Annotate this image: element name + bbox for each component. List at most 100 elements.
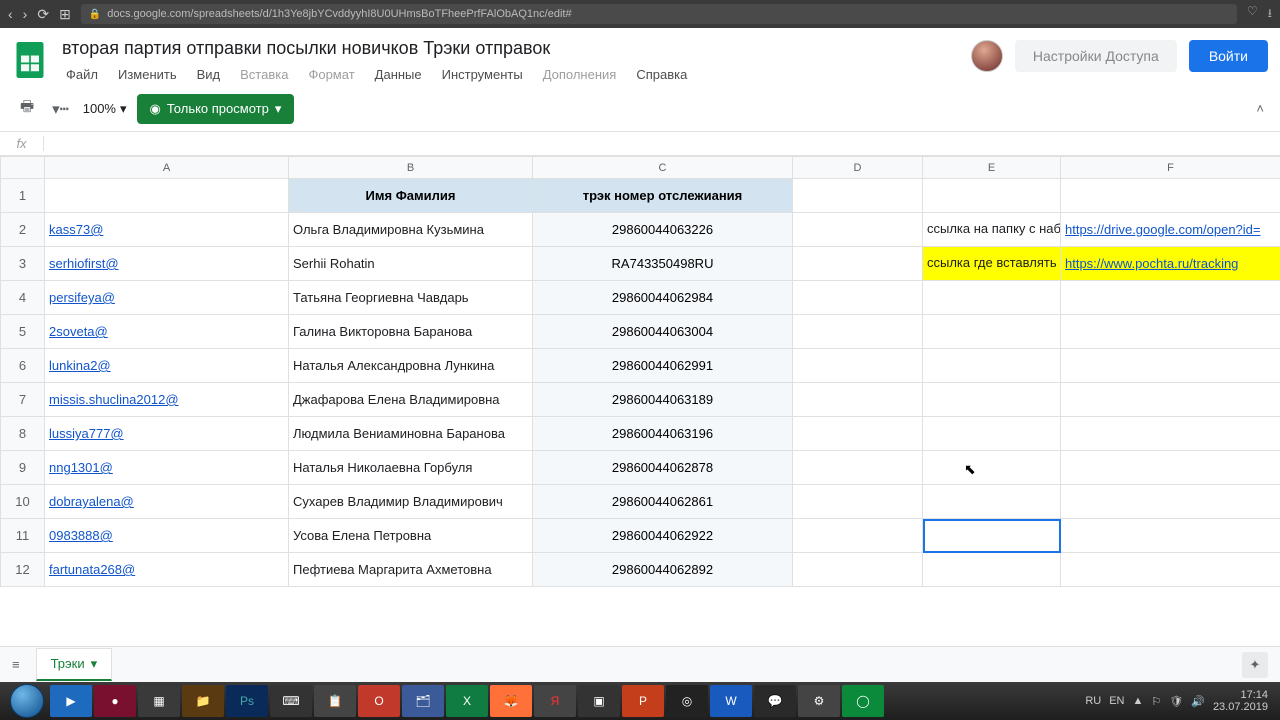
cell[interactable]: nng1301@ xyxy=(45,451,289,485)
tray-lang[interactable]: RU xyxy=(1085,695,1101,707)
print-icon[interactable]: 🖶 xyxy=(16,92,38,125)
sheet-tab-active[interactable]: Трэки ▾ xyxy=(36,648,113,681)
taskbar-app[interactable]: ● xyxy=(94,685,136,717)
menu-tools[interactable]: Инструменты xyxy=(434,63,531,86)
cell[interactable]: трэк номер отслежиания xyxy=(533,179,793,213)
cell[interactable]: missis.shuclina2012@ xyxy=(45,383,289,417)
row-header[interactable]: 9 xyxy=(1,451,45,485)
drive-link[interactable]: https://drive.google.com/open?id= xyxy=(1065,222,1261,237)
cell[interactable] xyxy=(793,553,923,587)
email-link[interactable]: fartunata268@ xyxy=(49,562,135,577)
cell[interactable] xyxy=(793,247,923,281)
taskbar-app[interactable]: 🦊 xyxy=(490,685,532,717)
cell[interactable] xyxy=(1061,281,1280,315)
taskbar-app[interactable]: ▶ xyxy=(50,685,92,717)
cell[interactable]: Людмила Вениаминовна Баранова xyxy=(289,417,533,451)
cell[interactable]: 29860044063196 xyxy=(533,417,793,451)
cell[interactable]: Ольга Владимировна Кузьмина xyxy=(289,213,533,247)
cell[interactable]: fartunata268@ xyxy=(45,553,289,587)
cell[interactable]: 29860044063004 xyxy=(533,315,793,349)
tray-icon[interactable]: ⚐ xyxy=(1151,695,1161,708)
cell[interactable]: 0983888@ xyxy=(45,519,289,553)
menu-insert[interactable]: Вставка xyxy=(232,63,296,86)
row-header[interactable]: 6 xyxy=(1,349,45,383)
cell[interactable] xyxy=(45,179,289,213)
cell[interactable]: 29860044063189 xyxy=(533,383,793,417)
cell[interactable]: 29860044062991 xyxy=(533,349,793,383)
tray-icon[interactable]: ▲ xyxy=(1133,695,1144,707)
cell[interactable]: Имя Фамилия xyxy=(289,179,533,213)
cell[interactable]: https://www.pochta.ru/tracking xyxy=(1061,247,1280,281)
email-link[interactable]: missis.shuclina2012@ xyxy=(49,392,179,407)
cell[interactable]: Наталья Александровна Лункина xyxy=(289,349,533,383)
row-header[interactable]: 8 xyxy=(1,417,45,451)
cell[interactable] xyxy=(923,519,1061,553)
cell[interactable]: serhiofirst@ xyxy=(45,247,289,281)
row-header[interactable]: 5 xyxy=(1,315,45,349)
cell[interactable] xyxy=(923,281,1061,315)
taskbar-app[interactable]: ▦ xyxy=(138,685,180,717)
cell[interactable] xyxy=(923,485,1061,519)
email-link[interactable]: persifeya@ xyxy=(49,290,115,305)
taskbar-app[interactable]: 💬 xyxy=(754,685,796,717)
cell[interactable]: lussiya777@ xyxy=(45,417,289,451)
email-link[interactable]: lussiya777@ xyxy=(49,426,124,441)
email-link[interactable]: kass73@ xyxy=(49,222,103,237)
row-header[interactable]: 10 xyxy=(1,485,45,519)
cell[interactable]: 29860044062922 xyxy=(533,519,793,553)
cell[interactable] xyxy=(1061,417,1280,451)
row-header[interactable]: 12 xyxy=(1,553,45,587)
cell[interactable]: persifeya@ xyxy=(45,281,289,315)
cell[interactable] xyxy=(923,553,1061,587)
zoom-select[interactable]: 100% ▾ xyxy=(83,101,127,117)
cell[interactable]: Галина Викторовна Баранова xyxy=(289,315,533,349)
explore-button[interactable]: ✦ xyxy=(1242,652,1268,678)
taskbar-app[interactable]: ◎ xyxy=(666,685,708,717)
cell[interactable]: 29860044062878 xyxy=(533,451,793,485)
cell[interactable] xyxy=(923,179,1061,213)
col-header-D[interactable]: D xyxy=(793,157,923,179)
cell[interactable] xyxy=(793,213,923,247)
cell[interactable] xyxy=(1061,383,1280,417)
email-link[interactable]: serhiofirst@ xyxy=(49,256,119,271)
taskbar-app[interactable]: W xyxy=(710,685,752,717)
cell[interactable] xyxy=(793,315,923,349)
cell[interactable]: ссылка на папку с набором xyxy=(923,213,1061,247)
cell[interactable] xyxy=(1061,485,1280,519)
col-header-F[interactable]: F xyxy=(1061,157,1280,179)
view-only-button[interactable]: ◉ Только просмотр ▾ xyxy=(137,94,295,124)
cell[interactable] xyxy=(793,281,923,315)
taskbar-app[interactable]: ⌨ xyxy=(270,685,312,717)
taskbar-app[interactable]: Я xyxy=(534,685,576,717)
menu-file[interactable]: Файл xyxy=(58,63,106,86)
menu-view[interactable]: Вид xyxy=(189,63,229,86)
share-button[interactable]: Настройки Доступа xyxy=(1015,40,1177,72)
cell[interactable] xyxy=(793,417,923,451)
email-link[interactable]: nng1301@ xyxy=(49,460,113,475)
cell[interactable]: RA743350498RU xyxy=(533,247,793,281)
cell[interactable]: 29860044062861 xyxy=(533,485,793,519)
doc-title[interactable]: вторая партия отправки посылки новичков … xyxy=(58,36,961,61)
cell[interactable]: 29860044062984 xyxy=(533,281,793,315)
row-header[interactable]: 11 xyxy=(1,519,45,553)
cell[interactable]: dobrayalena@ xyxy=(45,485,289,519)
avatar[interactable] xyxy=(971,40,1003,72)
col-header-B[interactable]: B xyxy=(289,157,533,179)
row-header[interactable]: 1 xyxy=(1,179,45,213)
cell[interactable] xyxy=(793,179,923,213)
cell[interactable]: lunkina2@ xyxy=(45,349,289,383)
cell[interactable]: ссылка где вставлять трек код xyxy=(923,247,1061,281)
menu-data[interactable]: Данные xyxy=(367,63,430,86)
cell[interactable]: Сухарев Владимир Владимирович xyxy=(289,485,533,519)
filter-icon[interactable]: ▾┅ xyxy=(48,96,73,122)
sheets-logo-icon[interactable] xyxy=(12,38,48,82)
cell[interactable] xyxy=(793,383,923,417)
tracking-link[interactable]: https://www.pochta.ru/tracking xyxy=(1065,256,1238,271)
select-all-corner[interactable] xyxy=(1,157,45,179)
cell[interactable] xyxy=(1061,519,1280,553)
row-header[interactable]: 2 xyxy=(1,213,45,247)
apps-icon[interactable]: ⊞ xyxy=(59,6,71,23)
system-tray[interactable]: RU EN ▲ ⚐ 🛡 🔊 17:14 23.07.2019 xyxy=(1085,689,1274,713)
cell[interactable]: 2soveta@ xyxy=(45,315,289,349)
cell[interactable] xyxy=(793,519,923,553)
